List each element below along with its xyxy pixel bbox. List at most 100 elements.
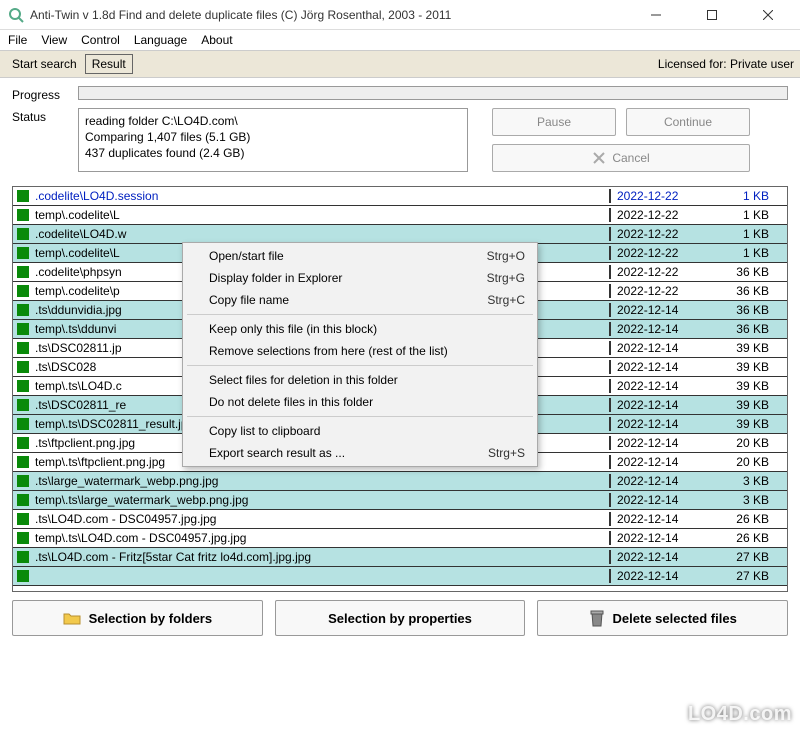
tab-start-search[interactable]: Start search (6, 55, 83, 73)
close-button[interactable] (748, 5, 788, 25)
file-size: 1 KB (705, 227, 787, 241)
row-marker (17, 532, 29, 544)
row-marker (17, 266, 29, 278)
progress-bar (78, 86, 788, 100)
file-size: 26 KB (705, 531, 787, 545)
file-date: 2022-12-14 (609, 341, 705, 355)
table-row[interactable]: temp\.ts\LO4D.com - DSC04957.jpg.jpg2022… (13, 529, 787, 548)
app-icon (8, 7, 24, 23)
menu-control[interactable]: Control (81, 33, 120, 47)
file-size: 39 KB (705, 379, 787, 393)
titlebar: Anti-Twin v 1.8d Find and delete duplica… (0, 0, 800, 30)
row-marker (17, 418, 29, 430)
tab-result[interactable]: Result (85, 54, 133, 74)
file-name: .codelite\LO4D.w (35, 227, 609, 241)
file-size: 1 KB (705, 189, 787, 203)
folder-icon (63, 611, 81, 625)
table-row[interactable]: .ts\large_watermark_webp.png.jpg2022-12-… (13, 472, 787, 491)
file-name: temp\.codelite\L (35, 208, 609, 222)
menu-separator (187, 365, 533, 366)
table-row[interactable]: .ts\LO4D.com - DSC04957.jpg.jpg2022-12-1… (13, 510, 787, 529)
context-menu: Open/start fileStrg+ODisplay folder in E… (182, 242, 538, 467)
file-date: 2022-12-14 (609, 436, 705, 450)
window-title: Anti-Twin v 1.8d Find and delete duplica… (30, 8, 636, 22)
file-name: .ts\LO4D.com - DSC04957.jpg.jpg (35, 512, 609, 526)
minimize-button[interactable] (636, 5, 676, 25)
row-marker (17, 399, 29, 411)
file-date: 2022-12-22 (609, 189, 705, 203)
context-menu-item[interactable]: Copy list to clipboard (185, 420, 535, 442)
context-menu-item[interactable]: Do not delete files in this folder (185, 391, 535, 413)
context-menu-item[interactable]: Open/start fileStrg+O (185, 245, 535, 267)
delete-selected-button[interactable]: Delete selected files (537, 600, 788, 636)
selection-by-properties-button[interactable]: Selection by properties (275, 600, 526, 636)
file-date: 2022-12-14 (609, 512, 705, 526)
file-date: 2022-12-14 (609, 569, 705, 583)
context-menu-item[interactable]: Keep only this file (in this block) (185, 318, 535, 340)
file-date: 2022-12-14 (609, 474, 705, 488)
file-date: 2022-12-22 (609, 208, 705, 222)
file-date: 2022-12-14 (609, 379, 705, 393)
table-row[interactable]: temp\.ts\large_watermark_webp.png.jpg202… (13, 491, 787, 510)
menu-view[interactable]: View (41, 33, 67, 47)
table-row[interactable]: 2022-12-1427 KB (13, 567, 787, 586)
file-date: 2022-12-14 (609, 455, 705, 469)
file-name: temp\.ts\large_watermark_webp.png.jpg (35, 493, 609, 507)
context-menu-item[interactable]: Remove selections from here (rest of the… (185, 340, 535, 362)
context-menu-item[interactable]: Display folder in ExplorerStrg+G (185, 267, 535, 289)
file-size: 1 KB (705, 208, 787, 222)
pause-button[interactable]: Pause (492, 108, 616, 136)
row-marker (17, 323, 29, 335)
file-size: 39 KB (705, 398, 787, 412)
table-row[interactable]: .codelite\LO4D.session2022-12-221 KB (13, 187, 787, 206)
context-menu-item[interactable]: Copy file nameStrg+C (185, 289, 535, 311)
menu-separator (187, 314, 533, 315)
table-row[interactable]: temp\.codelite\L2022-12-221 KB (13, 206, 787, 225)
file-size: 39 KB (705, 417, 787, 431)
file-size: 36 KB (705, 265, 787, 279)
context-menu-item[interactable]: Export search result as ...Strg+S (185, 442, 535, 464)
status-label: Status (12, 108, 78, 124)
row-marker (17, 551, 29, 563)
menubar: File View Control Language About (0, 30, 800, 50)
file-size: 20 KB (705, 436, 787, 450)
file-name: .ts\LO4D.com - Fritz[5star Cat fritz lo4… (35, 550, 609, 564)
file-date: 2022-12-14 (609, 322, 705, 336)
menu-about[interactable]: About (201, 33, 232, 47)
file-name: .ts\large_watermark_webp.png.jpg (35, 474, 609, 488)
file-date: 2022-12-14 (609, 550, 705, 564)
file-size: 3 KB (705, 474, 787, 488)
row-marker (17, 228, 29, 240)
file-size: 39 KB (705, 341, 787, 355)
cancel-button[interactable]: Cancel (492, 144, 750, 172)
row-marker (17, 361, 29, 373)
maximize-button[interactable] (692, 5, 732, 25)
row-marker (17, 285, 29, 297)
progress-label: Progress (12, 86, 78, 102)
file-name: .codelite\LO4D.session (35, 189, 609, 203)
file-name: temp\.ts\LO4D.com - DSC04957.jpg.jpg (35, 531, 609, 545)
file-date: 2022-12-14 (609, 303, 705, 317)
row-marker (17, 570, 29, 582)
file-date: 2022-12-14 (609, 360, 705, 374)
row-marker (17, 437, 29, 449)
file-size: 36 KB (705, 303, 787, 317)
row-marker (17, 209, 29, 221)
file-size: 39 KB (705, 360, 787, 374)
trash-icon (589, 609, 605, 627)
table-row[interactable]: .ts\LO4D.com - Fritz[5star Cat fritz lo4… (13, 548, 787, 567)
file-size: 36 KB (705, 284, 787, 298)
file-size: 26 KB (705, 512, 787, 526)
row-marker (17, 475, 29, 487)
context-menu-item[interactable]: Select files for deletion in this folder (185, 369, 535, 391)
file-date: 2022-12-14 (609, 493, 705, 507)
menu-file[interactable]: File (8, 33, 27, 47)
file-date: 2022-12-22 (609, 284, 705, 298)
file-size: 3 KB (705, 493, 787, 507)
row-marker (17, 342, 29, 354)
row-marker (17, 513, 29, 525)
file-size: 27 KB (705, 569, 787, 583)
menu-language[interactable]: Language (134, 33, 187, 47)
selection-by-folders-button[interactable]: Selection by folders (12, 600, 263, 636)
continue-button[interactable]: Continue (626, 108, 750, 136)
